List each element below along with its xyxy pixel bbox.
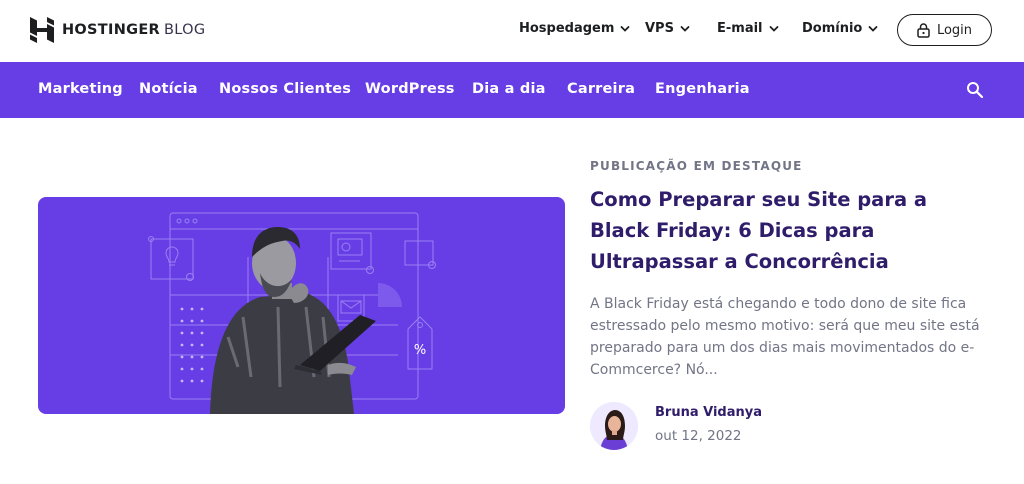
nav-item-label: Domínio xyxy=(802,21,863,36)
category-nossos-clientes[interactable]: Nossos Clientes xyxy=(219,81,351,97)
featured-title[interactable]: Como Preparar seu Site para a Black Frid… xyxy=(590,184,990,277)
featured-eyebrow: PUBLICAÇÃO EM DESTAQUE xyxy=(590,159,803,173)
chevron-down-icon xyxy=(621,25,630,32)
avatar[interactable] xyxy=(590,402,638,450)
search-icon[interactable] xyxy=(966,81,984,99)
featured-excerpt: A Black Friday está chegando e todo dono… xyxy=(590,296,980,378)
category-engenharia[interactable]: Engenharia xyxy=(655,81,750,97)
nav-item-email[interactable]: E-mail xyxy=(717,21,779,36)
category-carreira[interactable]: Carreira xyxy=(567,81,635,97)
login-button[interactable]: Login xyxy=(897,14,992,46)
category-bar: Marketing Notícia Nossos Clientes WordPr… xyxy=(0,62,1024,118)
category-dia-a-dia[interactable]: Dia a dia xyxy=(472,81,546,97)
author-name[interactable]: Bruna Vidanya xyxy=(655,405,762,420)
site-header: HOSTINGER BLOG Hospedagem VPS E-mail Domí… xyxy=(0,0,1024,62)
nav-item-label: VPS xyxy=(645,21,674,36)
category-wordpress[interactable]: WordPress xyxy=(365,81,455,97)
main-nav: Hospedagem VPS E-mail Domínio xyxy=(0,21,1024,41)
nav-item-vps[interactable]: VPS xyxy=(645,21,690,36)
login-label: Login xyxy=(936,22,973,38)
chevron-down-icon xyxy=(769,25,778,32)
post-date: out 12, 2022 xyxy=(655,428,742,444)
chevron-down-icon xyxy=(680,25,690,32)
nav-item-hospedagem[interactable]: Hospedagem xyxy=(519,21,630,36)
nav-item-label: Hospedagem xyxy=(519,21,615,36)
featured-image[interactable]: % xyxy=(38,197,565,414)
nav-item-dominio[interactable]: Domínio xyxy=(802,21,878,36)
author-avatar-image xyxy=(590,402,638,450)
nav-item-label: E-mail xyxy=(717,21,763,36)
percent-tag-text: % xyxy=(414,343,426,358)
lock-icon xyxy=(917,22,930,38)
chevron-down-icon xyxy=(868,25,878,32)
featured-illustration: % xyxy=(148,212,436,414)
category-noticia[interactable]: Notícia xyxy=(139,81,198,97)
category-marketing[interactable]: Marketing xyxy=(38,81,123,97)
